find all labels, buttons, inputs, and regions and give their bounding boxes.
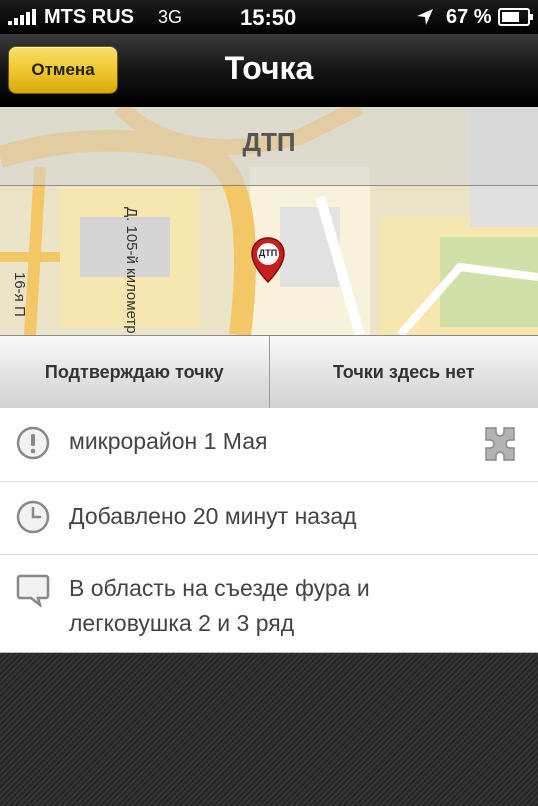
action-bar: Подтверждаю точку Точки здесь нет <box>0 335 538 409</box>
carrier-name: MTS RUS <box>44 6 134 28</box>
list-item-added: Добавлено 20 минут назад <box>0 482 538 555</box>
status-time: 15:50 <box>240 5 297 30</box>
network-type: 3G <box>158 7 183 27</box>
battery-percent: 67 % <box>446 6 492 28</box>
location-text: микрорайон 1 Мая <box>69 428 268 454</box>
background-texture <box>0 653 538 806</box>
map-title: ДТП <box>242 127 296 157</box>
navigation-bar: Отмена Точка <box>0 34 538 107</box>
pin-label: ДТП <box>258 248 278 258</box>
road-label-secondary: 16-я П <box>11 272 28 317</box>
confirm-point-button[interactable]: Подтверждаю точку <box>0 336 269 408</box>
incident-pin[interactable]: ДТП <box>250 236 286 284</box>
added-time-text: Добавлено 20 минут назад <box>69 503 357 529</box>
no-point-button[interactable]: Точки здесь нет <box>268 336 538 408</box>
signal-icon <box>8 9 36 25</box>
battery-icon <box>498 8 533 26</box>
comment-line-2: легковушка 2 и 3 ряд <box>69 610 295 636</box>
list-item-location: микрорайон 1 Мая <box>0 408 538 482</box>
road-label: Д. 105-й километр <box>123 207 140 334</box>
page-title: Точка <box>224 50 314 86</box>
map-view[interactable]: ДТП Д. 105-й километр 16-я П <box>0 107 538 335</box>
clock-icon <box>16 500 50 534</box>
exclamation-icon <box>16 426 50 460</box>
location-arrow-icon <box>417 9 433 25</box>
comment-line-1: В область на съезде фура и <box>69 575 370 601</box>
puzzle-icon[interactable] <box>478 422 522 466</box>
list-item-comment: В область на съезде фура и легковушка 2 … <box>0 555 538 652</box>
info-list: микрорайон 1 Мая Добавлено 20 минут наза… <box>0 408 538 653</box>
map-title-overlay: ДТП <box>0 107 538 186</box>
speech-bubble-icon <box>16 574 50 607</box>
status-bar: MTS RUS 3G 15:50 67 % <box>0 0 538 34</box>
map-pin-icon <box>251 237 285 284</box>
